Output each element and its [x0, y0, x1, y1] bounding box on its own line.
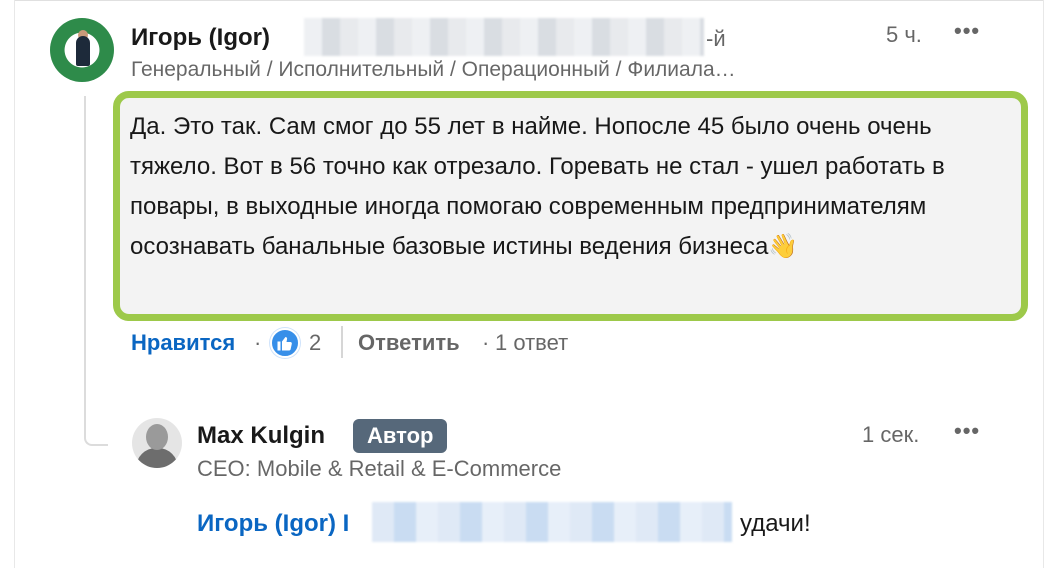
reply-timestamp: 1 сек.	[862, 422, 920, 447]
blurred-name-region	[304, 18, 704, 56]
comment-author-suffix: -й	[706, 26, 726, 51]
comment-text: Да. Это так. Сам смог до 55 лет в найме.…	[130, 113, 945, 260]
reply-author-headline: CEO: Mobile & Retail & E-Commerce	[197, 456, 562, 481]
reply-mention-link[interactable]: Игорь (Igor) I	[197, 510, 349, 538]
comment-author-headline: Генеральный / Исполнительный / Операцион…	[131, 58, 736, 81]
avatar-person	[76, 36, 90, 66]
reply-thread-line	[84, 96, 108, 446]
action-divider	[341, 326, 343, 358]
like-count[interactable]: 2	[309, 330, 321, 356]
like-reaction-icon[interactable]	[270, 328, 300, 358]
more-options-icon[interactable]: •••	[954, 18, 980, 44]
reply-button[interactable]: Ответить	[358, 330, 460, 356]
comment-timestamp: 5 ч.	[886, 22, 922, 47]
more-options-icon[interactable]: •••	[954, 418, 980, 444]
reply-text: удачи!	[740, 510, 811, 537]
like-button[interactable]: Нравится	[131, 330, 235, 356]
separator-dot: ·	[482, 330, 490, 355]
comment-author-name[interactable]: Игорь (Igor)	[131, 24, 270, 52]
reply-count[interactable]: 1 ответ	[495, 330, 568, 356]
card-top-border	[14, 0, 1044, 1]
avatar-shoulders	[136, 448, 178, 468]
avatar-face	[146, 424, 168, 450]
author-badge: Автор	[353, 419, 448, 453]
card-right-border	[1043, 0, 1044, 568]
reply-avatar[interactable]	[132, 418, 182, 468]
reply-author-name[interactable]: Max Kulgin	[197, 422, 325, 450]
blurred-reply-region	[372, 502, 732, 542]
card-left-border	[14, 0, 15, 568]
avatar[interactable]	[50, 18, 114, 82]
thumbs-up-icon	[277, 337, 292, 351]
separator-dot: ·	[254, 330, 262, 355]
